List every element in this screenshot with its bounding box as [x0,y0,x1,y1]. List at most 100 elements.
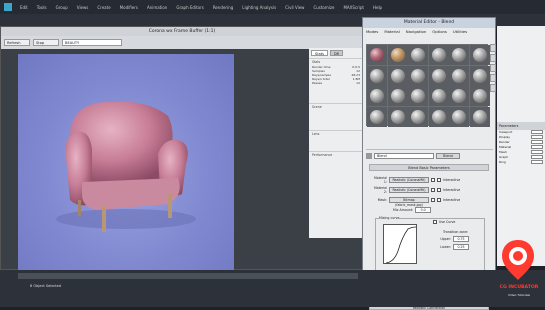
material-slot[interactable] [387,86,408,106]
sample-type-icon[interactable] [490,44,496,52]
material-slot[interactable] [367,65,387,86]
use-curve-checkbox[interactable] [433,219,437,224]
material-slot[interactable] [387,65,408,86]
material-2-button[interactable]: Realistic (CoronaMtl) [389,186,429,193]
channel-dropdown[interactable]: BEAUTY [62,39,122,46]
material-type-button[interactable]: Blend [436,153,460,159]
me-menu-material[interactable]: Material [384,28,399,36]
material-1-checkbox[interactable] [431,177,435,182]
material-slot[interactable] [408,65,428,86]
menu-item[interactable]: Edit [20,5,28,10]
use-curve-row: Use Curve [433,218,483,225]
upper-spinner[interactable]: 0.75 [453,235,469,242]
param-spinner[interactable] [531,130,543,134]
material-slot[interactable] [469,86,490,106]
material-name-field[interactable]: Blend [374,153,434,159]
mask-interactive-radio[interactable] [437,197,441,202]
menu-item[interactable]: Customize [313,5,334,10]
mask-row: Mask: Bitmap (fabric_mask.jpg) Interacti… [371,196,489,207]
material-slot[interactable] [367,106,387,127]
material-slot[interactable] [449,65,469,86]
lower-label: Lower: [440,244,451,249]
param-row: Ring [497,160,545,165]
menu-item[interactable]: Animation [147,5,167,10]
material-slot[interactable] [387,45,408,65]
menu-item[interactable]: Modifiers [120,5,138,10]
param-spinner[interactable] [531,145,543,149]
sphere-icon [431,68,446,83]
material-slot[interactable] [428,45,449,65]
me-menu-utilities[interactable]: Utilities [453,28,467,36]
material-slot[interactable] [428,65,449,86]
material-slot[interactable] [428,106,449,127]
param-spinner[interactable] [531,140,543,144]
param-spinner[interactable] [531,155,543,159]
mask-checkbox[interactable] [431,197,435,202]
backlight-icon[interactable] [490,54,496,62]
section-scene[interactable]: Scene [309,103,363,110]
material-slot[interactable] [449,45,469,65]
timeline-slider[interactable] [18,273,358,279]
stop-button[interactable]: Stop [33,39,59,46]
material-slot[interactable] [469,65,490,86]
sphere-icon [411,89,425,103]
me-menu-options[interactable]: Options [432,28,447,36]
menu-item[interactable]: Graph Editors [176,5,203,10]
param-spinner[interactable] [531,160,543,164]
menu-item[interactable]: Tools [37,5,47,10]
material-slot[interactable] [387,106,408,127]
material-slot[interactable] [449,106,469,127]
material-slot[interactable] [469,45,490,65]
material-name-row: Blend Blend [366,152,493,160]
menu-item[interactable]: Help [373,5,382,10]
material-slot[interactable] [408,45,428,65]
material-slot[interactable] [408,106,428,127]
param-spinner[interactable] [531,150,543,154]
refresh-button[interactable]: Refresh [4,39,30,46]
tab-dr[interactable]: DR [329,50,344,56]
me-menu-navigation[interactable]: Navigation [406,28,426,36]
rollout-blend-basic[interactable]: Blend Basic Parameters [369,164,489,171]
command-panel-header[interactable]: Parameters [497,122,545,130]
material-2-checkbox[interactable] [431,187,435,192]
section-stats[interactable]: Stats [309,58,363,65]
mask-button[interactable]: Bitmap (fabric_mask.jpg) [389,196,429,207]
lower-spinner[interactable]: 0.25 [453,243,469,250]
material-slot[interactable] [408,86,428,106]
render-image [18,54,234,270]
sphere-icon [370,109,384,124]
menu-item[interactable]: MAXScript [343,5,364,10]
app-logo-icon[interactable] [4,3,12,11]
material-slot[interactable] [428,86,449,106]
param-spinner[interactable] [531,135,543,139]
material-1-button[interactable]: Realistic (CoronaMtl) [389,176,429,183]
material-slot[interactable] [469,106,490,127]
menu-item[interactable]: Rendering [213,5,233,10]
material-1-row: Material 1: Realistic (CoronaMtl) Intera… [371,176,489,184]
use-curve-label: Use Curve [439,219,456,224]
menu-item[interactable]: Lighting Analysis [242,5,276,10]
sphere-icon [472,68,487,83]
section-performance[interactable]: Performance [309,151,363,158]
mix-amount-row: Mix Amount: 0.0 [393,206,511,213]
pick-material-icon[interactable] [366,153,372,159]
mix-amount-spinner[interactable]: 0.0 [415,206,432,213]
me-menu-modes[interactable]: Modes [366,28,378,36]
material-slot[interactable] [449,86,469,106]
menu-item[interactable]: Group [56,5,68,10]
material-slot[interactable] [367,45,387,65]
brand-subtitle: Video Tutorials [508,293,530,297]
transition-zone-label: Transition zone: [443,229,469,234]
menu-item[interactable]: Views [77,5,89,10]
uv-tiling-icon[interactable] [490,74,496,82]
material-slot[interactable] [367,86,387,106]
tab-stats[interactable]: Stats [311,50,328,56]
material-1-interactive-radio[interactable] [437,177,441,182]
sphere-icon [472,89,487,103]
menu-item[interactable]: Create [97,5,110,10]
background-icon[interactable] [490,64,496,72]
material-2-interactive-radio[interactable] [437,187,441,192]
section-lens[interactable]: Lens [309,130,363,137]
menu-item[interactable]: Civil View [285,5,304,10]
video-check-icon[interactable] [490,84,496,92]
